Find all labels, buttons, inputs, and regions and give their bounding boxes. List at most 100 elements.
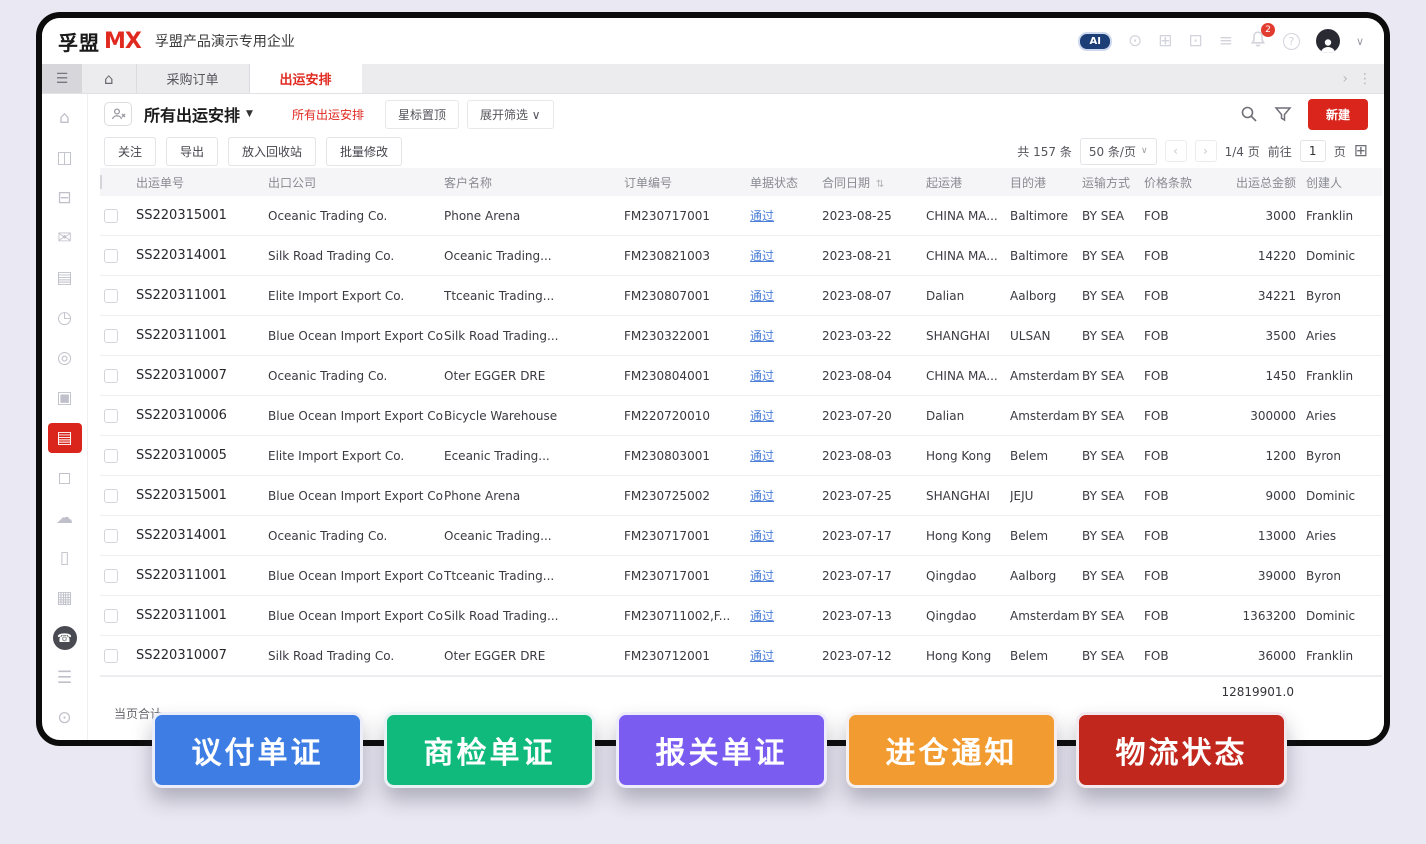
account-chevron-icon[interactable]: ∨	[1356, 35, 1364, 48]
ai-assistant-button[interactable]: AI	[1078, 31, 1112, 51]
sidebar-item-chart[interactable]: ▦	[42, 578, 87, 618]
filter-funnel-icon[interactable]	[1274, 105, 1292, 123]
row-checkbox[interactable]	[104, 208, 118, 223]
sidebar-item-org[interactable]: ⊟	[42, 178, 87, 218]
sidebar-item-settings[interactable]: ⊙	[42, 698, 87, 738]
status-link[interactable]: 通过	[750, 329, 774, 343]
recycle-bin-button[interactable]: 放入回收站	[228, 136, 317, 166]
row-checkbox[interactable]	[104, 568, 118, 583]
search-icon[interactable]	[1240, 105, 1258, 123]
apps-grid-icon[interactable]: ⊞	[1158, 32, 1172, 50]
notifications-button[interactable]: 2	[1249, 23, 1275, 52]
next-page-button[interactable]: ›	[1194, 140, 1217, 162]
status-link[interactable]: 通过	[750, 409, 774, 423]
inspection-docs-button[interactable]: 商检单证	[384, 712, 595, 788]
col-contract-date[interactable]: 合同日期 ⇅	[822, 174, 926, 191]
col-customer[interactable]: 客户名称	[444, 174, 624, 191]
goto-page-input[interactable]: 1	[1299, 140, 1326, 162]
sidebar-item-compass[interactable]: ◷	[42, 298, 87, 338]
status-link[interactable]: 通过	[750, 249, 774, 263]
col-dest-port[interactable]: 目的港	[1010, 174, 1082, 191]
select-all-checkbox[interactable]	[100, 175, 102, 189]
view-title-dropdown[interactable]: 所有出运安排 ▼	[144, 102, 253, 126]
sidebar-item-book[interactable]: ◻	[42, 458, 87, 498]
view-tab-starred[interactable]: 星标置顶	[384, 99, 459, 129]
sidebar-item-notebook[interactable]: ▯	[42, 538, 87, 578]
table-row[interactable]: SS220311001 Elite Import Export Co. Ttcean…	[100, 276, 1382, 316]
sidebar-item-contacts[interactable]: ◫	[42, 138, 87, 178]
row-checkbox[interactable]	[104, 448, 118, 463]
help-button[interactable]: ?	[1282, 32, 1300, 50]
col-price-terms[interactable]: 价格条款	[1144, 174, 1220, 191]
sidebar-item-layers[interactable]: ☰	[42, 658, 87, 698]
col-shipping-no[interactable]: 出运单号	[136, 174, 268, 191]
column-settings-icon[interactable]: ⊞	[1354, 141, 1368, 161]
table-row[interactable]: SS220311001 Blue Ocean Import Export Co. S…	[100, 316, 1382, 356]
col-status[interactable]: 单据状态	[750, 174, 822, 191]
row-checkbox[interactable]	[104, 288, 118, 303]
logistics-status-button[interactable]: 物流状态	[1076, 712, 1287, 788]
warehouse-notice-button[interactable]: 进仓通知	[846, 712, 1057, 788]
sidebar-item-shipping-module[interactable]: ▤	[42, 418, 87, 458]
prev-page-button[interactable]: ‹	[1164, 140, 1187, 162]
sidebar-item-target[interactable]: ◎	[42, 338, 87, 378]
new-record-button[interactable]: 新建	[1307, 98, 1368, 130]
status-link[interactable]: 通过	[750, 609, 774, 623]
table-row[interactable]: SS220315001 Blue Ocean Import Export Co. P…	[100, 476, 1382, 516]
follow-button[interactable]: 关注	[104, 136, 157, 166]
tab-shipping-arrangements[interactable]: 出运安排	[249, 64, 362, 93]
table-row[interactable]: SS220315001 Oceanic Trading Co. Phone Aren…	[100, 196, 1382, 236]
row-checkbox[interactable]	[104, 648, 118, 663]
view-tab-all[interactable]: 所有出运安排	[278, 99, 377, 129]
table-row[interactable]: SS220314001 Oceanic Trading Co. Oceanic Tr…	[100, 516, 1382, 556]
table-row[interactable]: SS220311001 Blue Ocean Import Export Co. S…	[100, 596, 1382, 636]
sidebar-item-briefcase[interactable]: ▣	[42, 378, 87, 418]
menu-toggle-button[interactable]: ☰	[42, 64, 82, 93]
view-switcher-button[interactable]	[104, 102, 132, 126]
monitor-icon[interactable]: ⊡	[1188, 32, 1202, 50]
table-row[interactable]: SS220310006 Blue Ocean Import Export Co. B…	[100, 396, 1382, 436]
headset-icon[interactable]: ⊙	[1128, 32, 1142, 50]
status-link[interactable]: 通过	[750, 529, 774, 543]
tab-home[interactable]: ⌂	[82, 64, 137, 93]
col-order-no[interactable]: 订单编号	[624, 174, 750, 191]
sort-icon[interactable]: ⇅	[876, 179, 884, 190]
table-row[interactable]: SS220311001 Blue Ocean Import Export Co. T…	[100, 556, 1382, 596]
row-checkbox[interactable]	[104, 328, 118, 343]
row-checkbox[interactable]	[104, 608, 118, 623]
col-exporter[interactable]: 出口公司	[268, 174, 444, 191]
sidebar-item-company[interactable]: ▤	[42, 258, 87, 298]
col-total-amount[interactable]: 出运总金额	[1220, 174, 1306, 191]
customs-docs-button[interactable]: 报关单证	[616, 712, 827, 788]
sidebar-item-phone[interactable]: ☎	[42, 618, 87, 658]
tab-scroll-right-icon[interactable]: ›	[1342, 71, 1348, 87]
tab-purchase-orders[interactable]: 采购订单	[137, 64, 250, 93]
col-transport[interactable]: 运输方式	[1082, 174, 1144, 191]
status-link[interactable]: 通过	[750, 369, 774, 383]
sidebar-item-home[interactable]: ⌂	[42, 98, 87, 138]
view-tab-filter-expand[interactable]: 展开筛选 ∨	[466, 99, 554, 129]
negotiation-docs-button[interactable]: 议付单证	[152, 712, 363, 788]
tab-more-icon[interactable]: ⋮	[1358, 71, 1372, 87]
col-origin-port[interactable]: 起运港	[926, 174, 1010, 191]
col-creator[interactable]: 创建人	[1306, 174, 1382, 191]
sidebar-item-cloud[interactable]: ☁	[42, 498, 87, 538]
table-row[interactable]: SS220310005 Elite Import Export Co. Eceani…	[100, 436, 1382, 476]
status-link[interactable]: 通过	[750, 209, 774, 223]
row-checkbox[interactable]	[104, 408, 118, 423]
sidebar-item-mail[interactable]: ✉	[42, 218, 87, 258]
user-avatar[interactable]	[1315, 29, 1340, 53]
export-button[interactable]: 导出	[166, 136, 219, 166]
table-row[interactable]: SS220310007 Silk Road Trading Co. Oter EGG…	[100, 636, 1382, 676]
table-row[interactable]: SS220314001 Silk Road Trading Co. Oceanic …	[100, 236, 1382, 276]
row-checkbox[interactable]	[104, 368, 118, 383]
row-checkbox[interactable]	[104, 488, 118, 503]
status-link[interactable]: 通过	[750, 649, 774, 663]
status-link[interactable]: 通过	[750, 489, 774, 503]
task-list-icon[interactable]: ≡	[1219, 32, 1233, 50]
status-link[interactable]: 通过	[750, 449, 774, 463]
batch-edit-button[interactable]: 批量修改	[326, 136, 403, 166]
row-checkbox[interactable]	[104, 248, 118, 263]
row-checkbox[interactable]	[104, 528, 118, 543]
table-row[interactable]: SS220310007 Oceanic Trading Co. Oter EGGER…	[100, 356, 1382, 396]
